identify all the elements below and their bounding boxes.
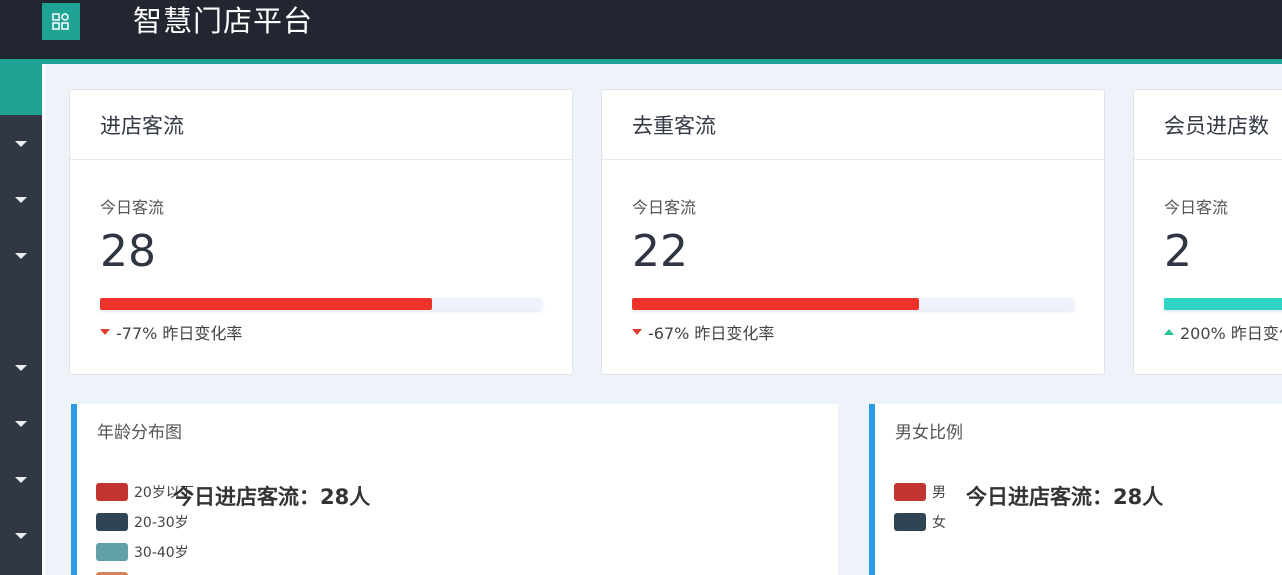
legend-label: 30-40岁 (134, 545, 189, 561)
sidebar (0, 59, 42, 575)
trend-up-icon (1164, 329, 1174, 335)
panel-title: 男女比例 (895, 422, 963, 443)
card-value: 2 (1164, 226, 1192, 277)
legend-item[interactable]: 男 (894, 482, 946, 502)
chevron-down-icon (15, 533, 27, 539)
chevron-down-icon (15, 141, 27, 147)
sidebar-item-active[interactable] (0, 59, 42, 115)
card-title: 进店客流 (70, 90, 572, 160)
card-value: 22 (632, 226, 688, 277)
progress-fill (1164, 298, 1282, 310)
grid-icon[interactable] (42, 3, 80, 40)
change-rate: 200% 昨日变化率 (1164, 320, 1282, 344)
card-sub-label: 今日客流 (632, 198, 697, 217)
card-sub-label: 今日客流 (100, 198, 165, 217)
card-title: 会员进店数 (1134, 90, 1282, 160)
change-rate: -67% 昨日变化率 (632, 320, 774, 344)
stat-card-unique-traffic: 去重客流 今日客流 22 -67% 昨日变化率 (601, 89, 1105, 375)
card-sub-label: 今日客流 (1164, 198, 1229, 217)
age-distribution-panel: 年龄分布图 20岁以下 20-30岁 30-40岁 今日进店客流：28人 (71, 404, 838, 575)
legend-item[interactable]: 女 (894, 512, 946, 532)
app-title: 智慧门店平台 (133, 4, 314, 38)
sidebar-item-2[interactable] (0, 185, 42, 215)
legend-label: 女 (932, 515, 946, 531)
header-accent-line (0, 59, 1282, 64)
legend-label: 男 (932, 485, 946, 501)
sidebar-item-5[interactable] (0, 409, 42, 439)
progress-fill (100, 298, 432, 310)
legend-swatch (894, 483, 926, 501)
legend-swatch (894, 513, 926, 531)
progress-bar (100, 298, 542, 310)
chevron-down-icon (15, 365, 27, 371)
legend-swatch (96, 543, 128, 561)
progress-fill (632, 298, 920, 310)
chart-center-text: 今日进店客流：28人 (173, 485, 371, 509)
sidebar-item-1[interactable] (0, 129, 42, 159)
legend-item[interactable]: 20-30岁 (96, 512, 189, 532)
legend-swatch (96, 483, 128, 501)
stat-card-store-traffic: 进店客流 今日客流 28 -77% 昨日变化率 (69, 89, 573, 375)
legend-item[interactable]: 30-40岁 (96, 542, 189, 562)
gender-ratio-panel: 男女比例 男 女 今日进店客流：28人 (869, 404, 1282, 575)
sidebar-item-6[interactable] (0, 465, 42, 495)
chevron-down-icon (15, 477, 27, 483)
change-text: -67% 昨日变化率 (648, 324, 775, 343)
progress-bar (632, 298, 1074, 310)
legend-label: 20-30岁 (134, 515, 189, 531)
sidebar-item-4[interactable] (0, 353, 42, 383)
change-text: -77% 昨日变化率 (116, 324, 243, 343)
change-text: 200% 昨日变化率 (1180, 324, 1282, 343)
stat-card-member-visits: 会员进店数 今日客流 2 200% 昨日变化率 (1133, 89, 1282, 375)
chart-center-text: 今日进店客流：28人 (966, 485, 1164, 509)
legend-swatch (96, 513, 128, 531)
panel-title: 年龄分布图 (97, 422, 182, 443)
chevron-down-icon (15, 197, 27, 203)
chevron-down-icon (15, 421, 27, 427)
sidebar-item-3[interactable] (0, 241, 42, 271)
trend-down-icon (100, 329, 110, 335)
card-title: 去重客流 (602, 90, 1104, 160)
top-bar: 智慧门店平台 (0, 0, 1282, 59)
progress-bar (1164, 298, 1282, 310)
chevron-down-icon (15, 253, 27, 259)
card-value: 28 (100, 226, 156, 277)
trend-down-icon (632, 329, 642, 335)
sidebar-item-7[interactable] (0, 521, 42, 551)
change-rate: -77% 昨日变化率 (100, 320, 242, 344)
content-edge (42, 64, 45, 575)
